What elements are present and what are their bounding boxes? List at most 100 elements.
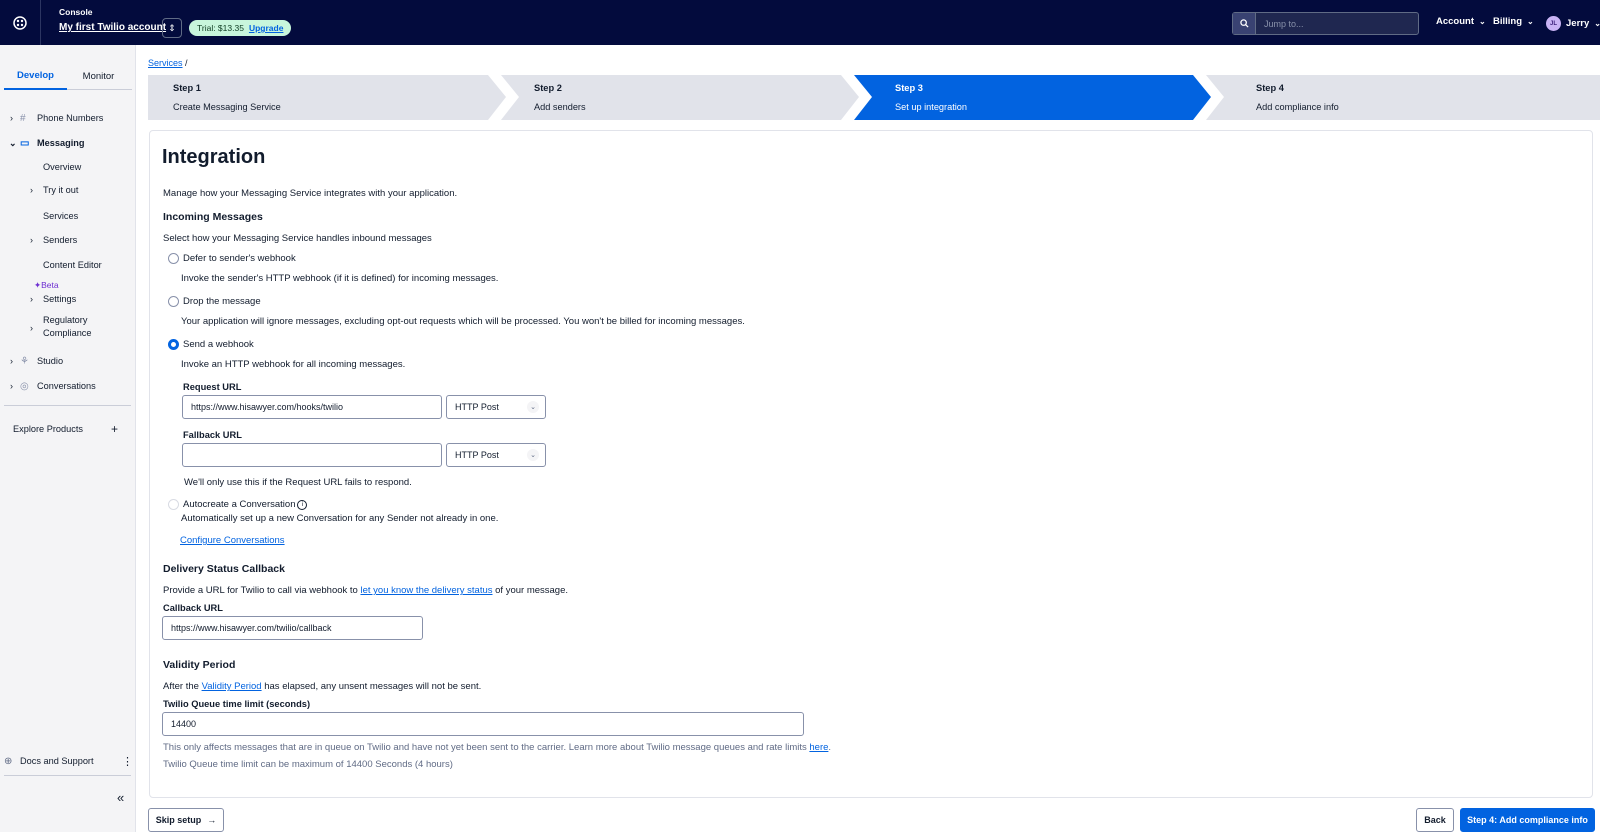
chevron-right-icon: › <box>10 356 13 366</box>
sidebar-item-settings[interactable]: › Settings <box>0 291 135 307</box>
user-menu[interactable]: JL Jerry ⌄ <box>1546 16 1600 31</box>
sidebar-item-try-it-out[interactable]: › Try it out <box>0 182 135 198</box>
validity-pre: After the <box>163 681 199 692</box>
tab-develop[interactable]: Develop <box>4 63 67 90</box>
integration-description: Manage how your Messaging Service integr… <box>163 188 458 199</box>
request-url-input[interactable] <box>182 395 442 419</box>
jump-to-search <box>1232 12 1419 35</box>
send-webhook-label[interactable]: Send a webhook <box>183 339 254 350</box>
validity-period-heading: Validity Period <box>163 659 236 671</box>
trial-badge: Trial: $13.35 Upgrade <box>189 20 292 36</box>
twilio-logo-icon[interactable] <box>0 0 41 45</box>
sidebar-item-label: Try it out <box>43 185 79 195</box>
sidebar-item-overview[interactable]: Overview <box>0 159 135 175</box>
trial-balance: Trial: $13.35 <box>197 23 244 33</box>
sidebar-item-phone-numbers[interactable]: › # Phone Numbers <box>0 110 135 126</box>
sidebar-item-services[interactable]: Services <box>0 208 135 224</box>
drop-message-label[interactable]: Drop the message <box>183 296 261 307</box>
breadcrumb-separator: / <box>185 58 188 68</box>
queue-time-limit-input[interactable] <box>162 712 804 736</box>
sidebar-item-senders[interactable]: › Senders <box>0 232 135 248</box>
delivery-status-link[interactable]: let you know the delivery status <box>360 585 492 596</box>
autocreate-conversation-label: Autocreate a Conversation <box>183 499 296 510</box>
chevron-right-icon: › <box>10 113 13 123</box>
sidebar-item-messaging[interactable]: ⌄ ▭ Messaging <box>0 135 135 151</box>
chat-icon: ▭ <box>20 137 30 149</box>
setup-stepper: Step 1 Create Messaging Service Step 2 A… <box>148 75 1600 120</box>
upgrade-link[interactable]: Upgrade <box>249 23 283 33</box>
info-icon[interactable]: i <box>297 499 308 510</box>
step-4[interactable]: Step 4 Add compliance info <box>1231 75 1591 120</box>
queue-help-link[interactable]: here <box>809 742 828 753</box>
drop-message-radio[interactable] <box>168 296 179 307</box>
sidebar-item-regulatory-compliance[interactable]: › Regulatory Compliance <box>0 315 135 343</box>
sidebar-item-conversations[interactable]: › ◎ Conversations <box>0 378 135 394</box>
step-3[interactable]: Step 3 Set up integration <box>870 75 1210 120</box>
search-input[interactable] <box>1256 18 1406 29</box>
queue-max-text: Twilio Queue time limit can be maximum o… <box>163 759 453 770</box>
delivery-status-heading: Delivery Status Callback <box>163 563 285 575</box>
divider <box>4 775 131 776</box>
more-vertical-icon[interactable]: ⋮ <box>122 755 133 768</box>
account-menu[interactable]: Account ⌄ <box>1436 16 1486 27</box>
account-menu-label: Account <box>1436 16 1474 27</box>
explore-products-button[interactable]: Explore Products + <box>0 421 135 437</box>
divider <box>4 405 131 406</box>
page-title: Integration <box>162 146 266 168</box>
plus-icon: + <box>111 422 119 436</box>
step-subtitle: Create Messaging Service <box>173 102 281 112</box>
breadcrumb-services-link[interactable]: Services <box>148 58 183 68</box>
billing-menu[interactable]: Billing ⌄ <box>1493 16 1534 27</box>
fallback-method-select[interactable]: HTTP Post ⌄ <box>446 443 546 467</box>
back-button[interactable]: Back <box>1416 808 1454 832</box>
step-2[interactable]: Step 2 Add senders <box>509 75 849 120</box>
configure-conversations-link[interactable]: Configure Conversations <box>180 535 285 546</box>
sidebar-item-studio[interactable]: › ⚘ Studio <box>0 353 135 369</box>
validity-period-description: After the Validity Period has elapsed, a… <box>163 681 481 692</box>
arrow-right-icon: → <box>207 815 217 825</box>
chevron-right-icon: › <box>30 323 33 333</box>
docs-and-support-button[interactable]: ⊕ Docs and Support ⋮ <box>0 753 135 769</box>
autocreate-conversation-radio[interactable] <box>168 499 179 510</box>
account-switcher-icon[interactable]: ⇕ <box>162 18 182 38</box>
validity-period-link[interactable]: Validity Period <box>202 681 262 692</box>
sidebar-item-label: Settings <box>43 294 77 304</box>
tab-monitor[interactable]: Monitor <box>67 63 130 90</box>
sidebar-tabs: Develop Monitor <box>4 63 132 90</box>
incoming-messages-heading: Incoming Messages <box>163 211 263 223</box>
sidebar-item-content-editor[interactable]: Content Editor <box>0 257 135 273</box>
defer-webhook-label[interactable]: Defer to sender's webhook <box>183 253 296 264</box>
fallback-url-input[interactable] <box>182 443 442 467</box>
beta-label: Beta <box>41 280 59 290</box>
fallback-url-label: Fallback URL <box>183 430 242 440</box>
fallback-url-help: We'll only use this if the Request URL f… <box>184 477 412 488</box>
request-method-select[interactable]: HTTP Post ⌄ <box>446 395 546 419</box>
callback-url-input[interactable] <box>162 616 423 640</box>
queue-help-text: This only affects messages that are in q… <box>163 742 831 753</box>
queue-help-period: . <box>828 742 832 753</box>
send-webhook-description: Invoke an HTTP webhook for all incoming … <box>181 359 406 370</box>
defer-webhook-radio[interactable] <box>168 253 179 264</box>
send-webhook-radio[interactable] <box>168 339 179 350</box>
sidebar-item-label: Overview <box>43 162 82 172</box>
sidebar-item-label: Phone Numbers <box>37 113 104 123</box>
delivery-desc-pre: Provide a URL for Twilio to call via web… <box>163 585 358 596</box>
chevron-right-icon: › <box>10 381 13 391</box>
breadcrumb: Services / <box>148 58 188 68</box>
autocreate-conversation-option[interactable]: Autocreate a Conversation i <box>183 499 308 510</box>
queue-help-pre: This only affects messages that are in q… <box>163 742 807 753</box>
sidebar-item-label: Messaging <box>37 138 85 148</box>
sidebar-item-label: Conversations <box>37 381 96 391</box>
sidebar-item-label: Studio <box>37 356 64 366</box>
step-1[interactable]: Step 1 Create Messaging Service <box>148 75 488 120</box>
collapse-sidebar-icon[interactable]: « <box>117 790 124 805</box>
account-name-link[interactable]: My first Twilio account <box>59 22 166 33</box>
next-step-button[interactable]: Step 4: Add compliance info <box>1460 808 1595 832</box>
defer-webhook-description: Invoke the sender's HTTP webhook (if it … <box>181 273 499 284</box>
skip-setup-button[interactable]: Skip setup → <box>148 808 224 832</box>
skip-setup-label: Skip setup <box>155 815 202 825</box>
sidebar-item-label: Services <box>43 211 79 221</box>
drop-message-description: Your application will ignore messages, e… <box>181 316 745 327</box>
incoming-messages-description: Select how your Messaging Service handle… <box>163 233 432 244</box>
search-icon[interactable] <box>1233 13 1256 34</box>
